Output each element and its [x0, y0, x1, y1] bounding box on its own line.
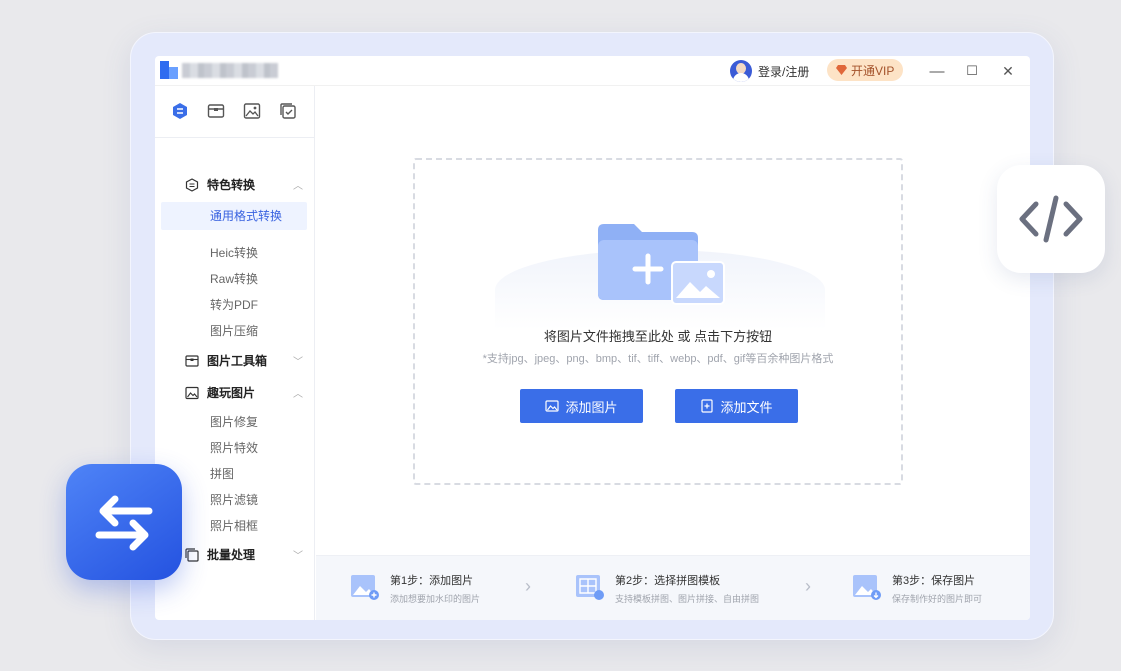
toolbox-icon [207, 104, 225, 118]
group-label: 图片工具箱 [207, 354, 268, 368]
group-label: 特色转换 [207, 178, 256, 192]
divider [155, 137, 315, 138]
group-label: 趣玩图片 [207, 386, 256, 400]
app-name-blurred [182, 63, 278, 78]
code-badge [997, 165, 1105, 273]
add-file-button[interactable]: 添加文件 [675, 389, 798, 423]
add-file-icon [701, 399, 714, 413]
add-image-label: 添加图片 [565, 399, 618, 415]
drop-zone[interactable]: 将图片文件拖拽至此处 或 点击下方按钮 *支持jpg、jpeg、png、bmp、… [413, 158, 903, 485]
collage-template-icon [576, 575, 604, 600]
chevron-right-icon: › [525, 576, 531, 596]
code-icon [1019, 195, 1083, 243]
sidebar-tab-icons [169, 100, 299, 122]
image-icon [243, 103, 261, 119]
app-window: 登录/注册 开通VIP — ☐ ✕ 特色转换 ︿ 通用格式转换 Heic转换 R… [155, 56, 1030, 620]
swap-badge [66, 464, 182, 580]
sidebar-group-fun-images[interactable]: 趣玩图片 ︿ [185, 384, 303, 401]
toolbox-icon [185, 354, 199, 367]
sidebar-item-compress[interactable]: 图片压缩 [210, 322, 258, 339]
title-bar: 登录/注册 开通VIP — ☐ ✕ [155, 56, 1030, 86]
batch-icon [280, 103, 296, 119]
swap-arrows-icon [95, 495, 153, 551]
chevron-right-icon: › [805, 576, 811, 596]
image-icon [545, 400, 560, 412]
vip-label: 开通VIP [851, 63, 895, 78]
tab-image-play[interactable] [241, 100, 263, 122]
sidebar-item-to-pdf[interactable]: 转为PDF [210, 296, 258, 313]
batch-icon [185, 547, 199, 562]
add-image-step-icon [351, 575, 379, 600]
steps-bar: 第1步：添加图片 添加想要加水印的图片 › 第2步：选择拼图模板 支持模板拼图、… [316, 555, 1030, 620]
tab-batch[interactable] [277, 100, 299, 122]
step-desc: 支持模板拼图、图片拼接、自由拼图 [615, 594, 760, 604]
login-label: 登录/注册 [758, 64, 810, 79]
step-1: 第1步：添加图片 添加想要加水印的图片 [350, 571, 480, 605]
minimize-button[interactable]: — [926, 60, 948, 82]
step-desc: 添加想要加水印的图片 [390, 594, 481, 604]
login-button[interactable]: 登录/注册 [730, 60, 809, 82]
drop-title: 将图片文件拖拽至此处 或 点击下方按钮 [543, 329, 773, 344]
chevron-down-icon: ﹀ [293, 551, 303, 562]
supported-formats-text: *支持jpg、jpeg、png、bmp、tif、tiff、webp、pdf、gi… [482, 353, 834, 365]
close-button[interactable]: ✕ [997, 60, 1019, 82]
convert-icon [185, 177, 199, 192]
chevron-up-icon: ︿ [293, 389, 303, 400]
sidebar-item-general-format[interactable]: 通用格式转换 [161, 202, 307, 230]
step-title: 第3步：保存图片 [892, 575, 976, 587]
sidebar-item-frame[interactable]: 照片相框 [210, 517, 258, 534]
chevron-up-icon: ︿ [293, 181, 303, 192]
image-play-icon [185, 386, 199, 399]
vip-button[interactable]: 开通VIP [827, 59, 904, 81]
app-logo-icon [160, 61, 178, 79]
maximize-button[interactable]: ☐ [961, 60, 983, 82]
tab-toolbox[interactable] [205, 100, 227, 122]
sidebar-group-special-convert[interactable]: 特色转换 ︿ [185, 176, 303, 193]
save-image-icon [853, 575, 881, 600]
sidebar-group-toolbox[interactable]: 图片工具箱 ﹀ [185, 352, 303, 369]
step-3: 第3步：保存图片 保存制作好的图片即可 [852, 571, 982, 605]
sidebar-group-batch[interactable]: 批量处理 ﹀ [185, 546, 303, 563]
sidebar-item-filter[interactable]: 照片滤镜 [210, 491, 258, 508]
convert-hex-icon [173, 103, 187, 119]
add-file-label: 添加文件 [720, 399, 773, 415]
group-label: 批量处理 [207, 548, 256, 562]
sidebar-item-repair[interactable]: 图片修复 [210, 413, 258, 430]
sidebar-item-heic[interactable]: Heic转换 [210, 244, 258, 261]
step-desc: 保存制作好的图片即可 [892, 594, 983, 604]
sidebar-item-raw[interactable]: Raw转换 [210, 270, 258, 287]
add-image-button[interactable]: 添加图片 [520, 389, 643, 423]
sidebar-item-effects[interactable]: 照片特效 [210, 439, 258, 456]
add-folder-illustration-icon [598, 224, 725, 305]
diamond-icon [836, 65, 847, 75]
step-title: 第1步：添加图片 [390, 575, 474, 587]
tab-convert[interactable] [169, 100, 191, 122]
step-title: 第2步：选择拼图模板 [615, 575, 721, 587]
step-2: 第2步：选择拼图模板 支持模板拼图、图片拼接、自由拼图 [575, 571, 759, 605]
sidebar-item-collage[interactable]: 拼图 [210, 465, 234, 482]
avatar [730, 60, 752, 82]
chevron-down-icon: ﹀ [293, 357, 303, 368]
